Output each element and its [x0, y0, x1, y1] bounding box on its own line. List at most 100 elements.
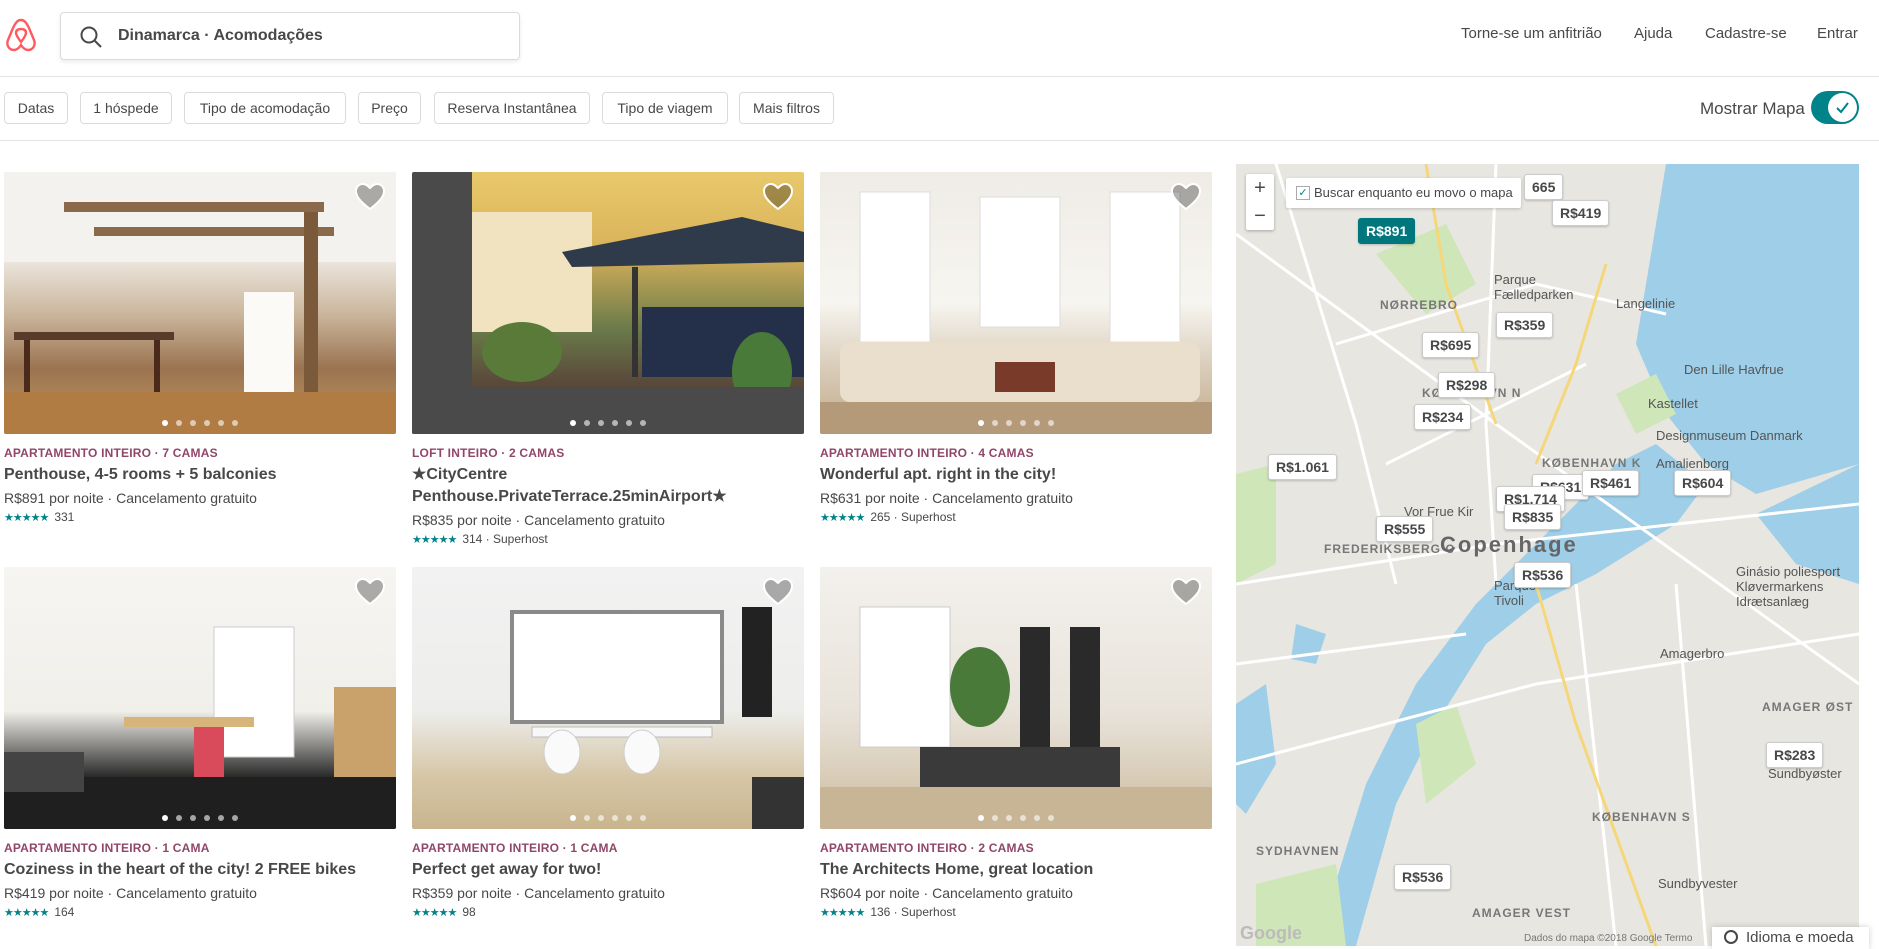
listing-price: R$631 por noite · Cancelamento gratuito [820, 488, 1212, 508]
map-label: KØBENHAVN S [1592, 810, 1691, 824]
map-label: Kastellet [1648, 396, 1698, 411]
heart-icon[interactable] [1170, 577, 1202, 607]
listing-card[interactable]: APARTAMENTO INTEIRO · 1 CAMA Coziness in… [4, 567, 396, 919]
listing-title[interactable]: ★CityCentre Penthouse.PrivateTerrace.25m… [412, 464, 804, 508]
listing-card[interactable]: APARTAMENTO INTEIRO · 7 CAMAS Penthouse,… [4, 172, 396, 524]
zoom-out-button[interactable]: − [1246, 202, 1274, 230]
photo-illustration [820, 606, 1212, 829]
map-label: Amagerbro [1660, 646, 1725, 661]
checkbox[interactable]: ✓ [1296, 186, 1310, 200]
nav-signup[interactable]: Cadastre-se [1705, 25, 1787, 42]
photo-dots[interactable] [162, 815, 238, 821]
heart-icon[interactable] [1170, 182, 1202, 212]
filter-room-type[interactable]: Tipo de acomodação [184, 92, 346, 124]
heart-icon[interactable] [762, 182, 794, 212]
nav-login[interactable]: Entrar [1817, 25, 1858, 42]
listing-title[interactable]: Coziness in the heart of the city! 2 FRE… [4, 859, 396, 881]
heart-icon[interactable] [762, 577, 794, 607]
map-label: Langelinie [1616, 296, 1676, 311]
photo-dots[interactable] [570, 420, 646, 426]
stars-icon: ★★★★★ [412, 906, 457, 919]
map-label: Ginásio poliesport Kløvermarkens Idrætsa… [1736, 564, 1841, 609]
listing-photo[interactable] [4, 567, 396, 829]
show-map-label: Mostrar Mapa [1700, 99, 1805, 118]
map-price-pin-selected[interactable]: R$891 [1358, 218, 1416, 244]
review-count: 164 [54, 905, 75, 919]
map-price-pin[interactable]: R$604 [1674, 470, 1732, 496]
heart-icon[interactable] [354, 577, 386, 607]
map-price-pin[interactable]: R$234 [1414, 404, 1472, 430]
listing-kicker: APARTAMENTO INTEIRO · 7 CAMAS [4, 446, 218, 460]
stars-icon: ★★★★★ [820, 906, 865, 919]
photo-dots[interactable] [162, 420, 238, 426]
listing-kicker: APARTAMENTO INTEIRO · 1 CAMA [412, 841, 618, 855]
map-price-pin[interactable]: R$835 [1504, 504, 1562, 530]
map-price-pin[interactable]: R$283 [1766, 742, 1824, 768]
listing-card[interactable]: LOFT INTEIRO · 2 CAMAS ★CityCentre Penth… [412, 172, 804, 546]
stars-icon: ★★★★★ [412, 533, 457, 546]
map-label: Sundbyøster [1768, 766, 1842, 781]
price-suffix: por noite · Cancelamento gratuito [453, 885, 665, 901]
filter-price[interactable]: Preço [358, 92, 421, 124]
listing-photo[interactable] [412, 172, 804, 434]
photo-dots[interactable] [570, 815, 646, 821]
stars-icon: ★★★★★ [4, 906, 49, 919]
map-price-pin[interactable]: R$695 [1422, 332, 1480, 358]
zoom-in-button[interactable]: + [1246, 174, 1274, 202]
filter-trip-type[interactable]: Tipo de viagem [602, 92, 728, 124]
google-logo: Google [1240, 923, 1302, 943]
map-price-pin[interactable]: R$359 [1496, 312, 1554, 338]
map-price-pin[interactable]: R$461 [1582, 470, 1640, 496]
listing-title[interactable]: Perfect get away for two! [412, 859, 804, 881]
show-map-toggle[interactable] [1811, 91, 1859, 124]
listing-title[interactable]: Penthouse, 4-5 rooms + 5 balconies [4, 464, 396, 486]
map-price-pin[interactable]: R$1.061 [1268, 454, 1337, 480]
search-as-map-moves[interactable]: ✓ Buscar enquanto eu movo o mapa [1286, 178, 1521, 208]
listing-title[interactable]: The Architects Home, great location [820, 859, 1212, 881]
listing-photo[interactable] [820, 567, 1212, 829]
review-count: 136 · Superhost [870, 905, 956, 919]
review-count: 314 · Superhost [462, 532, 548, 546]
price-value: R$604 [820, 885, 862, 901]
map-attribution[interactable]: Dados do mapa ©2018 Google Termo [1524, 933, 1692, 944]
price-value: R$359 [412, 885, 454, 901]
map-label: Den Lille Havfrue [1684, 362, 1784, 377]
listing-photo[interactable] [820, 172, 1212, 434]
price-suffix: por noite · Cancelamento gratuito [45, 885, 257, 901]
review-count: 265 · Superhost [870, 510, 956, 524]
map-label: SYDHAVNEN [1256, 844, 1340, 858]
map-price-pin[interactable]: R$555 [1376, 516, 1434, 542]
filter-guests[interactable]: 1 hóspede [80, 92, 172, 124]
map-price-pin[interactable]: R$536 [1394, 864, 1452, 890]
listing-title[interactable]: Wonderful apt. right in the city! [820, 464, 1212, 486]
filter-more[interactable]: Mais filtros [739, 92, 834, 124]
listing-price: R$604 por noite · Cancelamento gratuito [820, 883, 1212, 903]
map-city-label: Copenhage [1440, 532, 1578, 557]
zoom-control: + − [1246, 174, 1274, 230]
listing-rating: ★★★★★ 98 [412, 905, 804, 919]
airbnb-logo-icon[interactable] [4, 16, 38, 54]
listing-photo[interactable] [412, 567, 804, 829]
language-currency-button[interactable]: Idioma e moeda [1712, 927, 1869, 949]
listing-card[interactable]: APARTAMENTO INTEIRO · 1 CAMA Perfect get… [412, 567, 804, 919]
search-input[interactable]: Dinamarca · Acomodações [118, 27, 323, 45]
map-price-pin[interactable]: 665 [1524, 174, 1564, 200]
price-value: R$835 [412, 512, 454, 528]
heart-icon[interactable] [354, 182, 386, 212]
listing-card[interactable]: APARTAMENTO INTEIRO · 2 CAMAS The Archit… [820, 567, 1212, 919]
nav-help[interactable]: Ajuda [1634, 25, 1672, 42]
filter-instant-book[interactable]: Reserva Instantânea [434, 92, 590, 124]
map-price-pin[interactable]: R$298 [1438, 372, 1496, 398]
photo-dots[interactable] [978, 815, 1054, 821]
listing-photo[interactable] [4, 172, 396, 434]
map-price-pin[interactable]: R$419 [1552, 200, 1610, 226]
search-bar[interactable]: Dinamarca · Acomodações [60, 12, 520, 60]
photo-dots[interactable] [978, 420, 1054, 426]
map-price-pin[interactable]: R$536 [1514, 562, 1572, 588]
nav-become-host[interactable]: Torne-se um anfitrião [1461, 25, 1602, 42]
map[interactable]: + − ✓ Buscar enquanto eu movo o mapa NØR… [1236, 164, 1859, 946]
review-count: 98 [462, 905, 476, 919]
listing-card[interactable]: APARTAMENTO INTEIRO · 4 CAMAS Wonderful … [820, 172, 1212, 524]
listing-kicker: APARTAMENTO INTEIRO · 2 CAMAS [820, 841, 1034, 855]
filter-dates[interactable]: Datas [4, 92, 68, 124]
